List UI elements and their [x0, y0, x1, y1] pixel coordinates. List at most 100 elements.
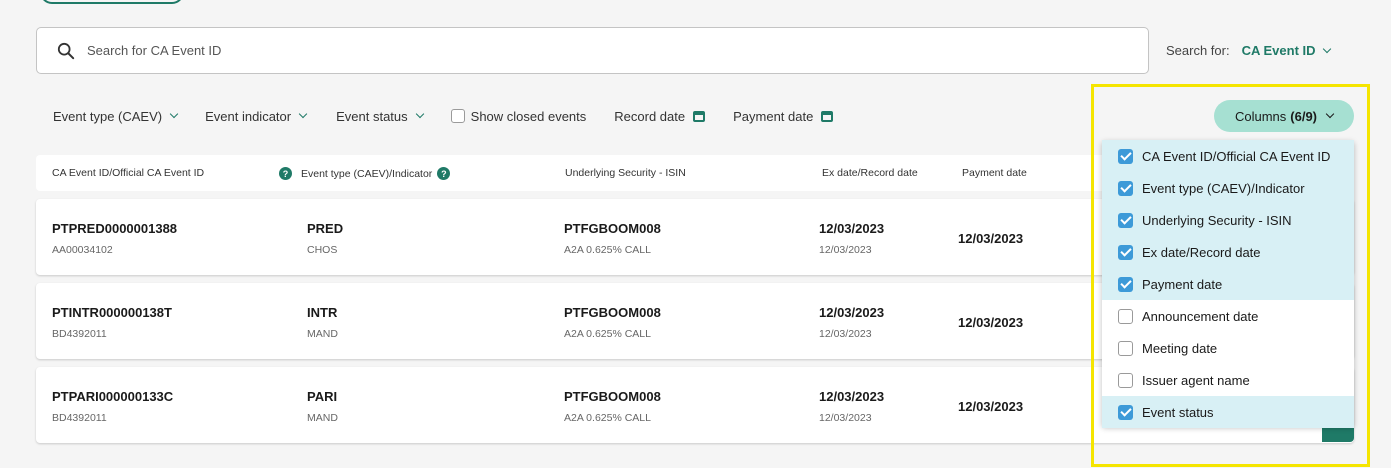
show-closed-checkbox[interactable]: [450, 109, 465, 123]
isin: PTFGBOOM008: [564, 389, 661, 404]
event-id-cell: PTINTR000000138T BD4392011: [52, 305, 172, 340]
record-date: 12/03/2023: [819, 412, 872, 424]
event-type-filter[interactable]: Event type (CAEV): [53, 108, 179, 124]
event-status-filter[interactable]: Event status: [336, 109, 424, 124]
security-name: A2A 0.625% CALL: [564, 412, 651, 424]
event-id: PTPARI000000133C: [52, 389, 174, 404]
column-option[interactable]: Payment date: [1102, 268, 1354, 300]
payment-date: 12/03/2023: [958, 231, 1024, 246]
ex-date-cell: 12/03/2023 12/03/2023: [819, 305, 884, 340]
column-option-label: Underlying Security - ISIN: [1142, 212, 1292, 228]
record-date-label: Record date: [614, 108, 686, 124]
official-event-id: BD4392011: [52, 412, 107, 424]
ex-date: 12/03/2023: [819, 221, 885, 236]
column-option-label: CA Event ID/Official CA Event ID: [1142, 148, 1331, 164]
search-box[interactable]: [36, 27, 1149, 74]
chevron-down-icon: [298, 109, 308, 119]
calendar-icon: [693, 110, 706, 122]
security-cell: PTFGBOOM008 A2A 0.625% CALL: [564, 221, 661, 256]
event-indicator: MAND: [307, 412, 338, 424]
chevron-down-icon: [415, 109, 424, 119]
search-icon: [57, 42, 75, 59]
event-type: PARI: [307, 389, 338, 404]
event-type-cell: PARI MAND: [307, 389, 338, 424]
header-payment-date[interactable]: Payment date: [962, 167, 1027, 179]
column-option[interactable]: Meeting date: [1102, 332, 1354, 364]
help-icon[interactable]: ?: [437, 167, 451, 180]
header-event-type[interactable]: ? Event type (CAEV)/Indicator ?: [279, 167, 451, 180]
show-closed-label: Show closed events: [470, 108, 587, 124]
column-checkbox[interactable]: [1118, 244, 1133, 260]
event-id-cell: PTPRED0000001388 AA00034102: [52, 221, 177, 256]
filter-bar: Event type (CAEV) Event indicator Event …: [53, 107, 861, 125]
security-cell: PTFGBOOM008 A2A 0.625% CALL: [564, 305, 661, 340]
column-option-label: Payment date: [1142, 276, 1223, 292]
column-option[interactable]: CA Event ID/Official CA Event ID: [1102, 140, 1354, 172]
search-for-selector[interactable]: Search for: CA Event ID: [1166, 43, 1331, 58]
ex-date: 12/03/2023: [819, 389, 885, 404]
official-event-id: AA00034102: [52, 244, 113, 256]
record-date-filter[interactable]: Record date: [614, 108, 706, 124]
column-option-label: Meeting date: [1142, 340, 1218, 356]
column-checkbox[interactable]: [1118, 340, 1133, 356]
security-name: A2A 0.625% CALL: [564, 328, 651, 340]
column-option[interactable]: Event type (CAEV)/Indicator: [1102, 172, 1354, 204]
event-indicator-filter[interactable]: Event indicator: [205, 108, 308, 124]
calendar-icon: [821, 110, 834, 122]
column-checkbox[interactable]: [1118, 404, 1133, 420]
search-for-label: Search for:: [1166, 43, 1230, 58]
column-option[interactable]: Ex date/Record date: [1102, 236, 1354, 268]
column-option-label: Event type (CAEV)/Indicator: [1142, 180, 1305, 196]
header-underlying-security[interactable]: Underlying Security - ISIN: [565, 167, 686, 179]
search-input[interactable]: [87, 43, 987, 58]
show-closed-events-toggle[interactable]: Show closed events: [450, 108, 587, 124]
isin: PTFGBOOM008: [564, 305, 661, 320]
column-option[interactable]: Underlying Security - ISIN: [1102, 204, 1354, 236]
event-indicator-filter-label: Event indicator: [205, 108, 292, 124]
column-checkbox[interactable]: [1118, 212, 1133, 228]
column-checkbox[interactable]: [1118, 372, 1133, 388]
help-icon[interactable]: ?: [279, 167, 292, 180]
event-id: PTINTR000000138T: [52, 305, 172, 320]
payment-date-filter[interactable]: Payment date: [733, 108, 834, 124]
ex-date-cell: 12/03/2023 12/03/2023: [819, 389, 884, 424]
column-option-label: Issuer agent name: [1142, 372, 1250, 388]
event-id: PTPRED0000001388: [52, 221, 178, 236]
record-date: 12/03/2023: [819, 328, 872, 340]
ex-date-cell: 12/03/2023 12/03/2023: [819, 221, 884, 256]
columns-dropdown: CA Event ID/Official CA Event ID Event t…: [1102, 140, 1354, 428]
event-id-cell: PTPARI000000133C BD4392011: [52, 389, 173, 424]
column-option-label: Ex date/Record date: [1142, 244, 1261, 260]
event-type-filter-label: Event type (CAEV): [53, 108, 163, 124]
event-indicator: MAND: [307, 328, 338, 340]
header-ex-date[interactable]: Ex date/Record date: [822, 167, 918, 179]
column-option[interactable]: Issuer agent name: [1102, 364, 1354, 396]
chevron-down-icon: [1322, 44, 1331, 53]
event-type: INTR: [307, 305, 338, 320]
event-type-cell: PRED CHOS: [307, 221, 343, 256]
security-cell: PTFGBOOM008 A2A 0.625% CALL: [564, 389, 661, 424]
record-date: 12/03/2023: [819, 244, 872, 256]
isin: PTFGBOOM008: [564, 221, 661, 236]
ex-date: 12/03/2023: [819, 305, 885, 320]
event-type-cell: INTR MAND: [307, 305, 338, 340]
payment-date-label: Payment date: [733, 108, 814, 124]
payment-date: 12/03/2023: [958, 315, 1024, 330]
column-checkbox[interactable]: [1118, 180, 1133, 196]
event-indicator: CHOS: [307, 244, 338, 256]
search-for-value: CA Event ID: [1241, 43, 1316, 58]
column-option[interactable]: Announcement date: [1102, 300, 1354, 332]
top-action-button[interactable]: [40, 0, 184, 4]
column-option-label: Announcement date: [1142, 308, 1259, 324]
column-checkbox[interactable]: [1118, 276, 1133, 292]
column-checkbox[interactable]: [1118, 308, 1133, 324]
column-option-label: Event status: [1142, 404, 1214, 420]
event-type: PRED: [307, 221, 344, 236]
chevron-down-icon: [169, 109, 179, 119]
column-option[interactable]: Event status: [1102, 396, 1354, 428]
header-ca-event-id[interactable]: CA Event ID/Official CA Event ID: [52, 167, 204, 179]
column-checkbox[interactable]: [1118, 148, 1133, 164]
security-name: A2A 0.625% CALL: [564, 244, 651, 256]
official-event-id: BD4392011: [52, 328, 107, 340]
payment-date: 12/03/2023: [958, 399, 1024, 414]
